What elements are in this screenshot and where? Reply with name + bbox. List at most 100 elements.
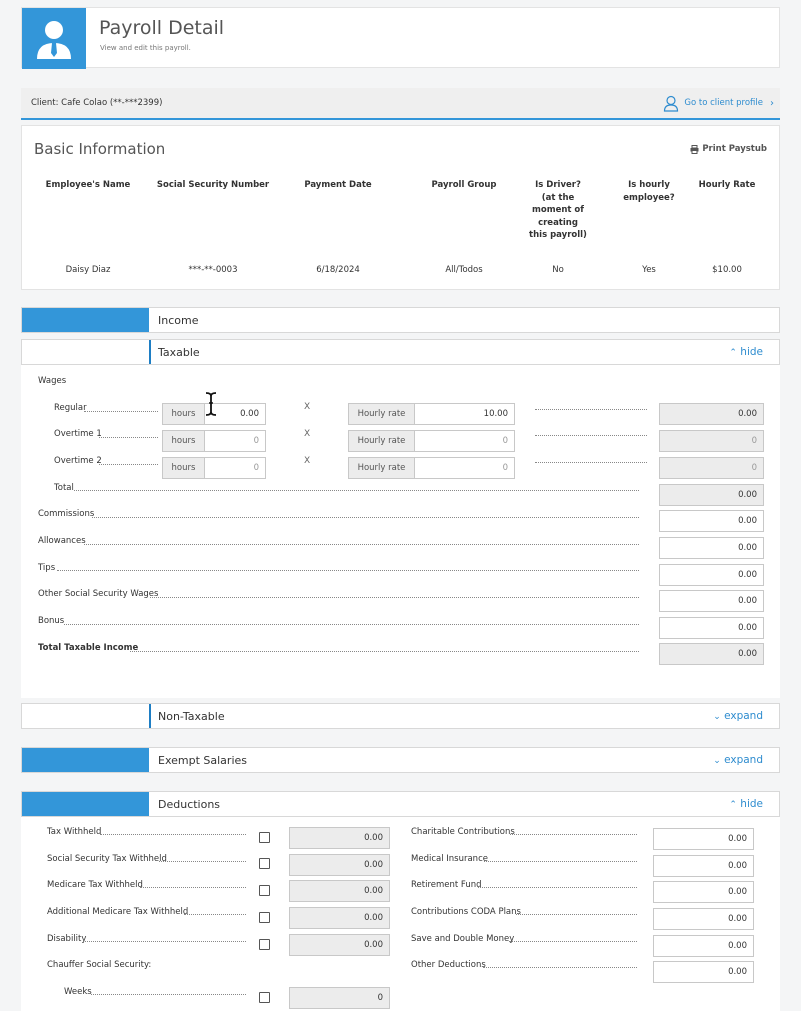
tax-withheld-dots: [100, 834, 246, 835]
taxable-section-header: Taxable ⌃ hide: [21, 339, 780, 365]
regular-rate-input[interactable]: 10.00: [414, 403, 515, 425]
coda-plans-input[interactable]: 0.00: [653, 908, 754, 930]
total-label: Total: [54, 483, 74, 493]
deductions-title: Deductions: [158, 798, 221, 811]
allowances-label: Allowances: [38, 536, 86, 546]
overtime2-label: Overtime 2: [54, 456, 102, 466]
weeks-checkbox[interactable]: [259, 992, 270, 1003]
overtime1-hours-input[interactable]: 0: [204, 430, 266, 452]
weeks-label: Weeks: [64, 987, 92, 997]
medicare-tax-withheld-field: 0.00: [289, 880, 390, 902]
allowances-dots: [84, 544, 639, 545]
additional-medicare-label: Additional Medicare Tax Withheld: [47, 907, 189, 917]
save-double-money-input[interactable]: 0.00: [653, 935, 754, 957]
go-to-client-profile-link[interactable]: Go to client profile ›: [663, 94, 774, 112]
income-section-header: Income: [21, 307, 780, 333]
deductions-toggle-label: hide: [740, 798, 763, 810]
overtime1-dots: [99, 437, 158, 438]
cell-payment-date: 6/18/2024: [316, 265, 360, 275]
medical-insurance-dots: [484, 861, 637, 862]
exempt-salaries-section-header: Exempt Salaries ⌄ expand: [21, 747, 780, 773]
retirement-fund-label: Retirement Fund: [411, 880, 482, 890]
cell-ssn: ***-**-0003: [188, 265, 238, 275]
overtime1-label: Overtime 1: [54, 429, 102, 439]
taxable-bar: [22, 340, 151, 364]
charitable-contributions-label: Charitable Contributions: [411, 827, 515, 837]
weeks-field: 0: [289, 987, 390, 1009]
medical-insurance-input[interactable]: 0.00: [653, 855, 754, 877]
regular-rate-addon: Hourly rate: [348, 403, 415, 425]
overtime1-multiply-sign: X: [304, 429, 311, 439]
bonus-label: Bonus: [38, 616, 65, 626]
tax-withheld-checkbox[interactable]: [259, 832, 270, 843]
overtime2-dots: [99, 464, 158, 465]
taxable-toggle-label: hide: [740, 346, 763, 358]
additional-medicare-field: 0.00: [289, 907, 390, 929]
tips-dots: [57, 570, 639, 571]
col-header-hourly-rate: Hourly Rate: [698, 180, 756, 190]
col-header-ssn: Social Security Number: [156, 180, 270, 190]
other-deductions-label: Other Deductions: [411, 960, 486, 970]
medicare-tax-withheld-label: Medicare Tax Withheld: [47, 880, 143, 890]
cell-is-hourly: Yes: [642, 265, 656, 275]
exempt-salaries-expand-toggle[interactable]: ⌄ expand: [713, 754, 763, 766]
income-accent-bar: [22, 308, 149, 332]
non-taxable-title: Non-Taxable: [158, 710, 225, 723]
total-taxable-income-dots: [130, 651, 639, 652]
commissions-input[interactable]: 0.00: [659, 510, 764, 532]
basic-information-title: Basic Information: [34, 140, 166, 158]
overtime2-result-field: 0: [659, 457, 764, 479]
cell-payroll-group: All/Todos: [445, 265, 483, 275]
print-paystub-label: Print Paystub: [702, 144, 767, 154]
coda-plans-label: Contributions CODA Plans: [411, 907, 521, 917]
regular-result-field: 0.00: [659, 403, 764, 425]
exempt-salaries-accent-bar: [22, 748, 149, 772]
user-tie-icon: [37, 21, 71, 59]
weeks-dots: [91, 994, 246, 995]
additional-medicare-checkbox[interactable]: [259, 912, 270, 923]
other-ss-wages-input[interactable]: 0.00: [659, 590, 764, 612]
other-deductions-input[interactable]: 0.00: [653, 961, 754, 983]
non-taxable-expand-toggle[interactable]: ⌄ expand: [713, 710, 763, 722]
bonus-input[interactable]: 0.00: [659, 617, 764, 639]
medicare-tax-withheld-dots: [140, 887, 246, 888]
overtime1-rate-input[interactable]: 0: [414, 430, 515, 452]
overtime2-rate-input[interactable]: 0: [414, 457, 515, 479]
retirement-fund-input[interactable]: 0.00: [653, 881, 754, 903]
medical-insurance-label: Medical Insurance: [411, 854, 488, 864]
cell-hourly-rate: $10.00: [712, 265, 742, 275]
charitable-contributions-dots: [510, 834, 637, 835]
col-header-is-driver: Is Driver? (at the moment of creating th…: [529, 180, 587, 240]
deductions-hide-toggle[interactable]: ⌃ hide: [729, 798, 763, 810]
ss-tax-withheld-checkbox[interactable]: [259, 858, 270, 869]
tax-withheld-field: 0.00: [289, 827, 390, 849]
disability-dots: [85, 941, 246, 942]
taxable-title: Taxable: [158, 346, 200, 359]
overtime2-hours-input[interactable]: 0: [204, 457, 266, 479]
tips-input[interactable]: 0.00: [659, 564, 764, 586]
ss-tax-withheld-field: 0.00: [289, 854, 390, 876]
chevron-right-icon: ›: [770, 97, 774, 109]
wages-label: Wages: [38, 376, 67, 386]
bonus-dots: [64, 624, 639, 625]
chevron-up-icon: ⌃: [729, 800, 737, 810]
income-title: Income: [158, 314, 199, 327]
overtime2-rate-addon: Hourly rate: [348, 457, 415, 479]
print-paystub-button[interactable]: Print Paystub: [690, 144, 767, 154]
printer-icon: [690, 144, 699, 154]
medicare-tax-withheld-checkbox[interactable]: [259, 885, 270, 896]
disability-checkbox[interactable]: [259, 939, 270, 950]
chevron-down-icon: ⌄: [713, 712, 721, 722]
overtime2-result-dots: [535, 462, 647, 463]
ss-tax-withheld-dots: [159, 861, 246, 862]
chauffer-ss-label: Chauffer Social Security:: [47, 960, 152, 970]
disability-field: 0.00: [289, 934, 390, 956]
go-to-client-profile-label: Go to client profile: [684, 98, 763, 108]
regular-result-dots: [535, 409, 647, 410]
taxable-hide-toggle[interactable]: ⌃ hide: [729, 346, 763, 358]
charitable-contributions-input[interactable]: 0.00: [653, 828, 754, 850]
allowances-input[interactable]: 0.00: [659, 537, 764, 559]
exempt-salaries-title: Exempt Salaries: [158, 754, 247, 767]
header-avatar-block: [22, 8, 86, 69]
basic-information-card: Basic Information Print Paystub Employee…: [21, 125, 780, 290]
